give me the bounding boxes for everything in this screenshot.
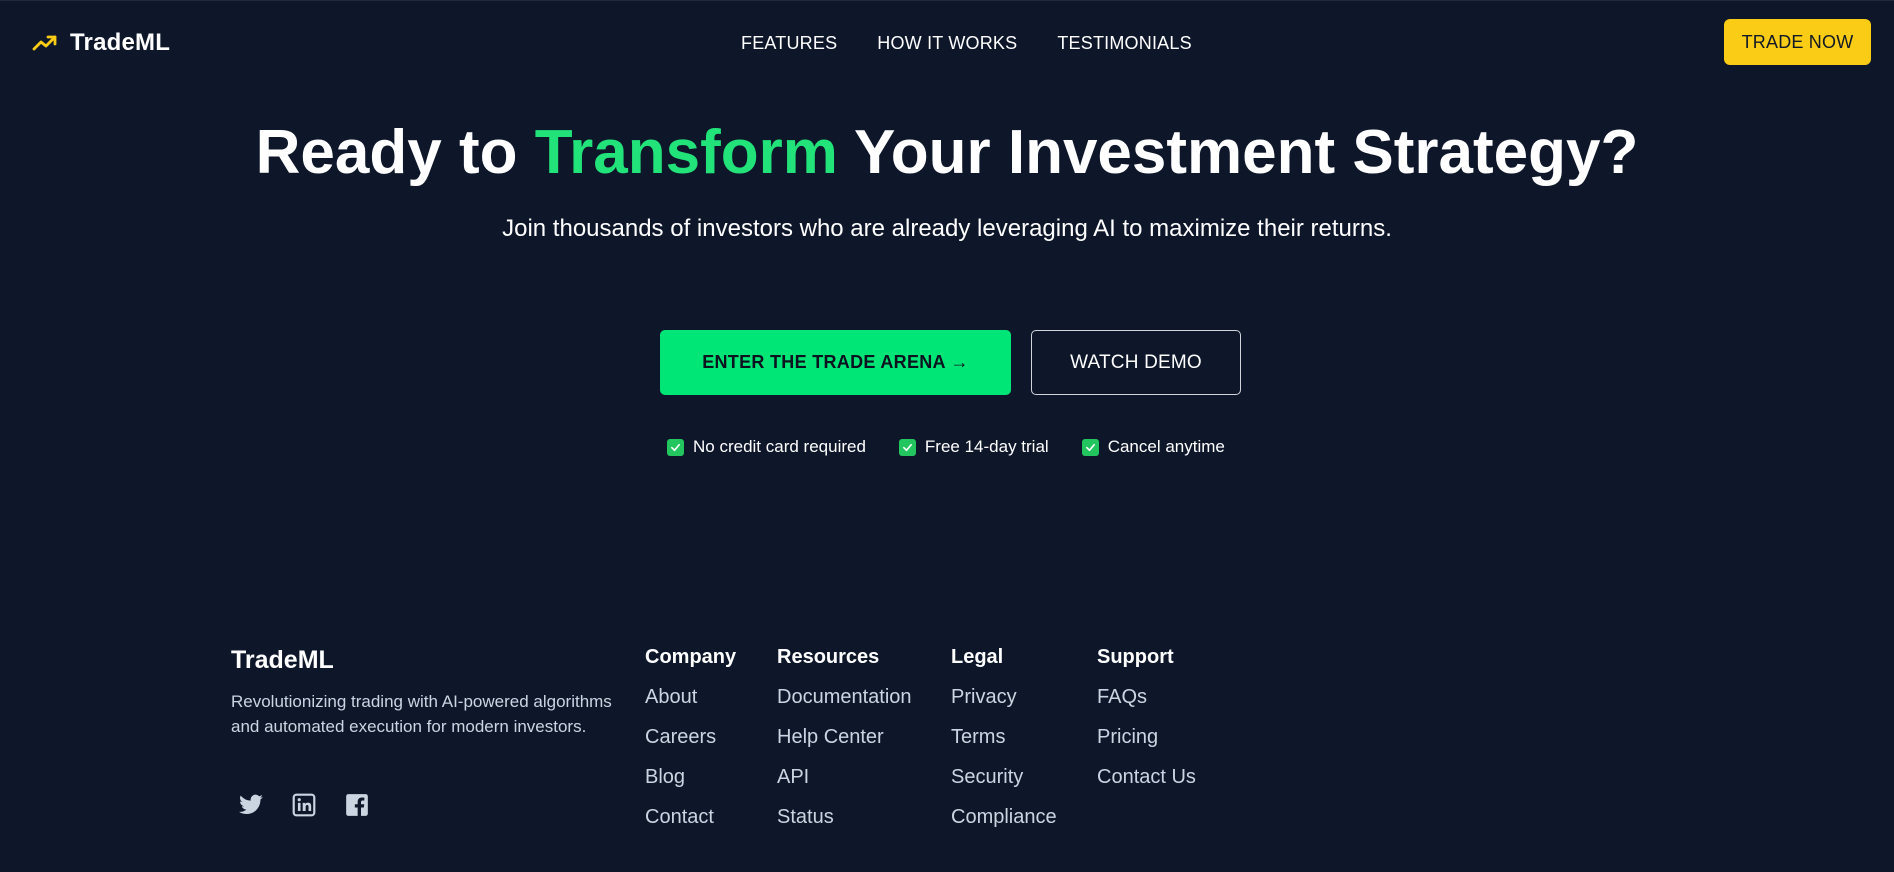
enter-trade-arena-button[interactable]: ENTER THE TRADE ARENA → [660,330,1011,395]
footer-column-title: Company [645,646,737,668]
footer-column-legal: Legal Privacy Terms Security Compliance [951,645,1057,845]
linkedin-icon[interactable] [291,792,317,818]
perks-list: No credit card required Free 14-day tria… [667,435,1225,459]
footer-link-list: About Careers Blog Contact [645,685,736,845]
footer-column-title: Resources [777,646,880,668]
brand-name: TradeML [70,29,171,56]
footer-link-blog[interactable]: Blog [645,766,685,788]
hero-title: Ready to Transform Your Investment Strat… [0,116,1894,190]
hero-subtitle: Join thousands of investors who are alre… [502,215,1392,242]
footer-link-list: FAQs Pricing Contact Us [1097,685,1196,805]
footer-link-security[interactable]: Security [951,766,1023,788]
footer-link-api[interactable]: API [777,766,809,788]
footer-link-documentation[interactable]: Documentation [777,686,912,708]
twitter-icon[interactable] [238,792,264,818]
hero-title-end: Your Investment Strategy? [837,118,1639,187]
perk-label: Cancel anytime [1107,437,1225,456]
footer-link-contact-us[interactable]: Contact Us [1097,766,1196,788]
landing-page: TradeML FEATURES HOW IT WORKS TESTIMONIA… [0,0,1894,872]
footer-column-company: Company About Careers Blog Contact [645,645,736,845]
footer-link-list: Documentation Help Center API Status [777,685,912,845]
check-icon [667,438,684,456]
navbar: TradeML FEATURES HOW IT WORKS TESTIMONIA… [0,0,1894,82]
footer-column-title: Legal [951,646,1004,668]
hero-title-accent: Transform [534,118,838,187]
footer-description: Revolutionizing trading with AI-powered … [231,692,612,736]
footer-column-title: Support [1097,646,1174,668]
perk-item: Free 14-day trial [898,437,1049,457]
nav-link-testimonials[interactable]: TESTIMONIALS [1057,33,1191,54]
footer-link-terms[interactable]: Terms [951,726,1005,748]
nav-link-features[interactable]: FEATURES [741,33,837,54]
perk-label: Free 14-day trial [924,437,1049,456]
footer-column-resources: Resources Documentation Help Center API … [777,645,912,845]
footer-link-compliance[interactable]: Compliance [951,806,1057,828]
footer-link-contact[interactable]: Contact [645,806,714,828]
perk-item: No credit card required [667,437,866,457]
trade-now-button[interactable]: TRADE NOW [1724,19,1871,65]
hero-title-start: Ready to [255,118,535,187]
perk-item: Cancel anytime [1081,437,1225,457]
footer-link-faqs[interactable]: FAQs [1097,686,1147,708]
check-icon [1081,438,1099,456]
brand-logo-link[interactable]: TradeML [32,27,170,59]
check-icon [898,438,916,456]
footer-column-support: Support FAQs Pricing Contact Us [1097,645,1196,805]
watch-demo-button[interactable]: WATCH DEMO [1031,330,1241,395]
footer-brand: TradeML [231,646,334,674]
footer-link-pricing[interactable]: Pricing [1097,726,1158,748]
trending-up-icon [32,35,57,51]
footer-link-privacy[interactable]: Privacy [951,686,1017,708]
nav-link-how-it-works[interactable]: HOW IT WORKS [877,33,1017,54]
footer-link-about[interactable]: About [645,686,697,708]
nav-links: FEATURES HOW IT WORKS TESTIMONIALS [741,31,1192,55]
perk-label: No credit card required [693,437,866,456]
footer-link-status[interactable]: Status [777,806,834,828]
footer-link-careers[interactable]: Careers [645,726,716,748]
footer-link-help-center[interactable]: Help Center [777,726,884,748]
footer-link-list: Privacy Terms Security Compliance [951,685,1057,845]
social-links [238,792,370,818]
facebook-icon[interactable] [344,792,370,818]
